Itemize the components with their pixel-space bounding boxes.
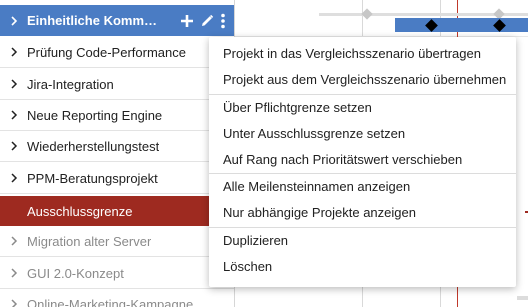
project-name: Prüfung Code-Performance bbox=[27, 44, 186, 60]
menu-item-move-by-priority[interactable]: Auf Rang nach Prioritätswert verschieben bbox=[209, 146, 516, 172]
project-row[interactable]: Wiederherstellungstest bbox=[0, 131, 234, 162]
chevron-right-icon[interactable] bbox=[9, 268, 19, 278]
project-name: PPM-Beratungsprojekt bbox=[27, 170, 158, 186]
chevron-right-icon[interactable] bbox=[9, 47, 19, 57]
chevron-right-icon[interactable] bbox=[9, 236, 19, 246]
project-row[interactable]: Prüfung Code-Performance bbox=[0, 37, 234, 68]
menu-item-transfer-to-comparison[interactable]: Projekt in das Vergleichsszenario übertr… bbox=[209, 40, 516, 66]
project-row[interactable]: Jira-Integration bbox=[0, 69, 234, 100]
project-name: Neue Reporting Engine bbox=[27, 107, 163, 123]
project-name: GUI 2.0-Konzept bbox=[27, 265, 124, 281]
menu-item-delete[interactable]: Löschen bbox=[209, 253, 516, 279]
menu-item-duplicate[interactable]: Duplizieren bbox=[209, 227, 516, 253]
project-row[interactable]: Migration alter Server bbox=[0, 226, 234, 257]
chevron-right-icon[interactable] bbox=[9, 141, 19, 151]
context-menu: Projekt in das Vergleichsszenario übertr… bbox=[209, 37, 516, 287]
project-name: Online-Marketing-Kampagne bbox=[27, 296, 194, 307]
project-row-selected[interactable]: Einheitliche Kommunik… bbox=[0, 5, 234, 36]
project-row[interactable]: Neue Reporting Engine bbox=[0, 100, 234, 131]
project-row[interactable]: PPM-Beratungsprojekt bbox=[0, 163, 234, 194]
project-name: Wiederherstellungstest bbox=[27, 138, 160, 154]
project-bar[interactable] bbox=[517, 296, 528, 300]
project-bar[interactable] bbox=[395, 18, 528, 32]
chevron-right-icon[interactable] bbox=[9, 299, 19, 307]
project-row[interactable]: Online-Marketing-Kampagne bbox=[0, 289, 234, 307]
menu-item-above-mandatory[interactable]: Über Pflichtgrenze setzen bbox=[209, 94, 516, 120]
exclusion-threshold-row[interactable]: Ausschlussgrenze bbox=[0, 196, 234, 226]
app-root: Einheitliche Kommunik… Prüfung Code-Perf… bbox=[0, 0, 528, 307]
chevron-right-icon[interactable] bbox=[9, 15, 19, 26]
project-name: Jira-Integration bbox=[27, 76, 114, 92]
menu-item-show-dependent-projects[interactable]: Nur abhängige Projekte anzeigen bbox=[209, 199, 516, 225]
menu-item-take-from-comparison[interactable]: Projekt aus dem Vergleichsszenario übern… bbox=[209, 66, 516, 92]
pencil-icon[interactable] bbox=[200, 14, 214, 28]
chevron-right-icon[interactable] bbox=[9, 173, 19, 183]
chevron-right-icon[interactable] bbox=[9, 110, 19, 120]
menu-item-below-exclusion[interactable]: Unter Ausschlussgrenze setzen bbox=[209, 120, 516, 146]
chevron-right-icon[interactable] bbox=[9, 79, 19, 89]
menu-item-show-milestone-names[interactable]: Alle Meilensteinnamen anzeigen bbox=[209, 173, 516, 199]
project-name: Migration alter Server bbox=[27, 233, 152, 249]
more-vertical-icon[interactable] bbox=[220, 13, 226, 29]
threshold-label: Ausschlussgrenze bbox=[27, 203, 133, 219]
project-name: Einheitliche Kommunik… bbox=[27, 13, 161, 28]
plus-icon[interactable] bbox=[180, 14, 194, 28]
project-row[interactable]: GUI 2.0-Konzept bbox=[0, 258, 234, 289]
project-list: Einheitliche Kommunik… Prüfung Code-Perf… bbox=[0, 0, 234, 307]
milestone-marker[interactable] bbox=[361, 8, 373, 20]
